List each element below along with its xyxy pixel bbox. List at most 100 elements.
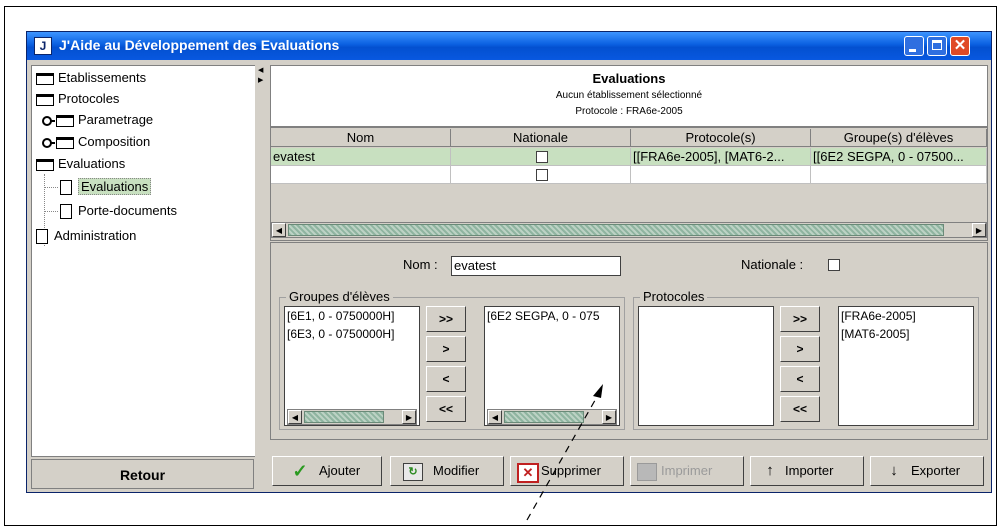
page-title: Evaluations (592, 71, 666, 86)
protocoles-group: Protocoles >> > < << [FRA6e-2005] [MAT6-… (633, 289, 979, 430)
title-bar[interactable]: J J'Aide au Développement des Evaluation… (27, 32, 991, 60)
tree-connector (44, 211, 58, 212)
modifier-label: Modifier (433, 463, 480, 478)
document-icon (36, 229, 48, 245)
cell-protocoles (631, 166, 811, 184)
folder-icon (56, 114, 74, 127)
folder-icon (36, 158, 54, 171)
ajouter-label: Ajouter (319, 463, 361, 478)
tree-item-administration[interactable]: Administration (36, 226, 136, 246)
remove-group-button[interactable]: < (426, 366, 466, 392)
list-item[interactable]: [6E3, 0 - 0750000H] (285, 325, 419, 343)
list-horizontal-scrollbar[interactable]: ◀ ▶ (487, 409, 617, 425)
tree-item-label: Porte-documents (78, 203, 177, 218)
scrollbar-thumb[interactable] (288, 224, 944, 236)
add-protocol-button[interactable]: > (780, 336, 820, 362)
document-icon (60, 204, 72, 220)
tree-item-label: Parametrage (78, 112, 154, 127)
column-header-groupes[interactable]: Groupe(s) d'élèves (811, 129, 987, 147)
expand-toggle-icon[interactable] (42, 137, 55, 148)
cell-nom (271, 166, 451, 184)
cell-nationale (451, 148, 631, 166)
scrollbar-thumb[interactable] (304, 411, 384, 423)
groupes-title: Groupes d'élèves (286, 289, 393, 304)
tree-item-etablissements[interactable]: Etablissements (36, 68, 146, 88)
scroll-left-icon[interactable]: ◀ (272, 223, 286, 237)
export-icon: ↓ (890, 462, 898, 479)
scrollbar-thumb[interactable] (504, 411, 584, 423)
app-icon: J (34, 37, 52, 55)
tree-item-porte-documents[interactable]: Porte-documents (60, 201, 177, 221)
cell-protocoles: [[FRA6e-2005], [MAT6-2... (631, 148, 811, 166)
tree-item-evaluations-folder[interactable]: Evaluations (36, 154, 125, 174)
close-button[interactable]: ✕ (950, 36, 970, 56)
nationale-label: Nationale : (741, 257, 804, 272)
table-horizontal-scrollbar[interactable]: ◀ ▶ (271, 222, 987, 238)
modifier-button[interactable]: ↻ Modifier (390, 456, 504, 486)
maximize-button[interactable] (927, 36, 947, 56)
add-all-groups-button[interactable]: >> (426, 306, 466, 332)
list-item[interactable]: [6E2 SEGPA, 0 - 075 (485, 307, 619, 325)
list-item[interactable]: [FRA6e-2005] (839, 307, 973, 325)
document-icon (60, 180, 72, 196)
scroll-right-icon[interactable]: ▶ (402, 410, 416, 424)
establishment-status: Aucun établissement sélectionné (555, 90, 703, 101)
scroll-right-icon[interactable]: ▶ (972, 223, 986, 237)
supprimer-button[interactable]: ✕ Supprimer (510, 456, 624, 486)
list-item[interactable]: [MAT6-2005] (839, 325, 973, 343)
nationale-checkbox[interactable] (828, 259, 840, 271)
expand-toggle-icon[interactable] (42, 115, 55, 126)
maximize-icon (932, 40, 942, 50)
table-row[interactable] (271, 166, 987, 184)
collapse-right-icon[interactable]: ▶ (258, 77, 263, 85)
column-header-protocoles[interactable]: Protocole(s) (631, 129, 811, 147)
add-group-button[interactable]: > (426, 336, 466, 362)
nom-field[interactable]: evatest (451, 256, 621, 276)
nationale-checkbox[interactable] (535, 151, 548, 163)
supprimer-label: Supprimer (541, 463, 601, 478)
scroll-right-icon[interactable]: ▶ (602, 410, 616, 424)
checkmark-icon: ✓ (292, 461, 308, 481)
tree-item-label: Administration (54, 228, 137, 243)
column-header-nom[interactable]: Nom (271, 129, 451, 147)
scroll-left-icon[interactable]: ◀ (488, 410, 502, 424)
imprimer-button[interactable]: Imprimer (630, 456, 744, 486)
folder-icon (36, 72, 54, 85)
app-window: J J'Aide au Développement des Evaluation… (26, 31, 992, 493)
exporter-label: Exporter (911, 463, 961, 478)
nationale-checkbox[interactable] (535, 169, 548, 181)
tree-item-composition[interactable]: Composition (42, 132, 150, 152)
list-horizontal-scrollbar[interactable]: ◀ ▶ (287, 409, 417, 425)
tree-item-protocoles[interactable]: Protocoles (36, 89, 119, 109)
back-button[interactable]: Retour (31, 459, 254, 489)
import-icon: ↑ (766, 462, 774, 479)
tree-item-label: Protocoles (58, 91, 120, 106)
tree-item-parametrage[interactable]: Parametrage (42, 110, 153, 130)
scroll-left-icon[interactable]: ◀ (288, 410, 302, 424)
imprimer-label: Imprimer (661, 463, 713, 478)
selected-protocols-list[interactable]: [FRA6e-2005] [MAT6-2005] (838, 306, 974, 426)
available-groups-list[interactable]: [6E1, 0 - 0750000H] [6E3, 0 - 0750000H] … (284, 306, 420, 426)
action-toolbar: ✓ Ajouter ↻ Modifier ✕ Supprimer Imprime… (270, 454, 986, 488)
remove-all-groups-button[interactable]: << (426, 396, 466, 422)
remove-all-protocols-button[interactable]: << (780, 396, 820, 422)
list-item[interactable]: [6E1, 0 - 0750000H] (285, 307, 419, 325)
importer-button[interactable]: ↑ Importer (750, 456, 864, 486)
remove-protocol-button[interactable]: < (780, 366, 820, 392)
tree-item-label: Evaluations (58, 156, 126, 171)
available-protocols-list[interactable] (638, 306, 774, 426)
table-row[interactable]: evatest [[FRA6e-2005], [MAT6-2... [[6E2 … (271, 148, 987, 166)
navigation-tree: Etablissements Protocoles Parametrage Co… (31, 65, 256, 457)
delete-icon: ✕ (517, 463, 539, 483)
collapse-left-icon[interactable]: ◀ (258, 67, 263, 75)
panel-splitter[interactable]: ◀ ▶ (255, 65, 267, 490)
tree-item-evaluations[interactable]: Evaluations (60, 177, 152, 197)
protocol-label: Protocole : FRA6e-2005 (575, 106, 683, 117)
add-all-protocols-button[interactable]: >> (780, 306, 820, 332)
minimize-button[interactable] (904, 36, 924, 56)
column-header-nationale[interactable]: Nationale (451, 129, 631, 147)
exporter-button[interactable]: ↓ Exporter (870, 456, 984, 486)
tree-item-label: Composition (78, 134, 151, 149)
selected-groups-list[interactable]: [6E2 SEGPA, 0 - 075 ◀ ▶ (484, 306, 620, 426)
ajouter-button[interactable]: ✓ Ajouter (272, 456, 382, 486)
